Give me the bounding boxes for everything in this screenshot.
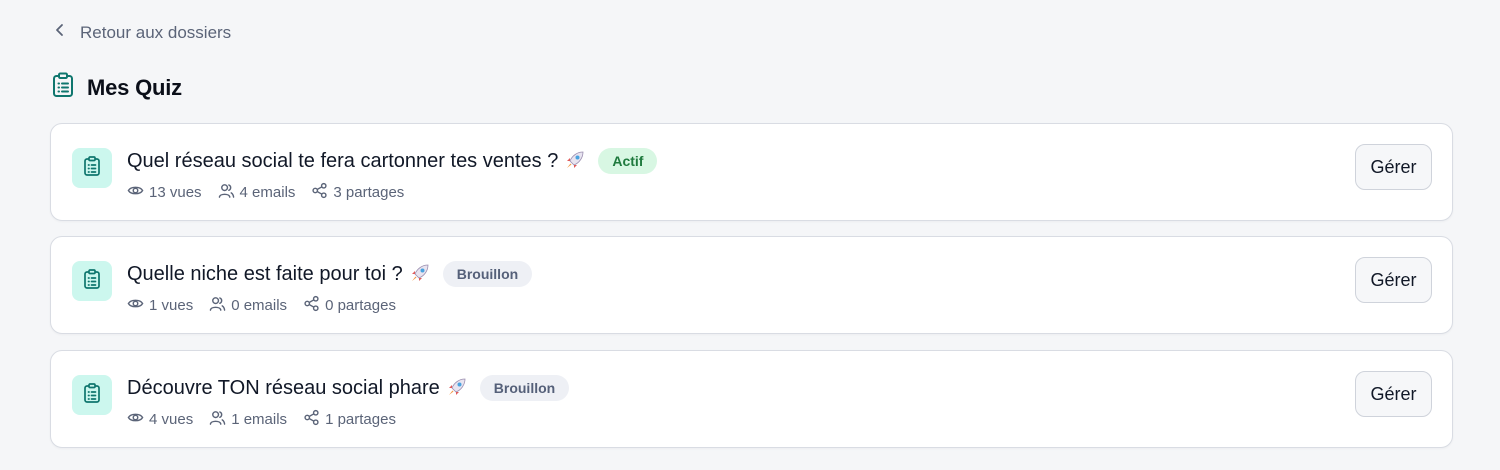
status-badge: Brouillon	[479, 375, 570, 401]
views-stat: 1 vues	[127, 295, 193, 316]
clipboard-list-icon	[83, 268, 101, 294]
views-count: 1 vues	[149, 297, 194, 314]
eye-icon	[127, 182, 144, 203]
quiz-title[interactable]: Quelle niche est faite pour toi ?	[127, 262, 431, 286]
status-badge: Brouillon	[442, 261, 533, 287]
quiz-card: Découvre TON réseau social phare Brouill…	[50, 350, 1453, 448]
emails-stat: 4 emails	[218, 182, 296, 203]
eye-icon	[127, 409, 144, 430]
page-header: Mes Quiz	[51, 72, 182, 103]
users-icon	[209, 295, 226, 316]
shares-stat: 0 partages	[303, 295, 396, 316]
users-icon	[218, 182, 235, 203]
emails-count: 1 emails	[231, 411, 288, 428]
emails-stat: 0 emails	[209, 295, 287, 316]
emails-count: 4 emails	[239, 184, 296, 201]
share-icon	[311, 182, 328, 203]
views-stat: 4 vues	[127, 409, 193, 430]
shares-count: 3 partages	[333, 184, 405, 201]
chevron-left-icon	[52, 22, 68, 43]
shares-count: 0 partages	[325, 297, 396, 314]
quiz-stats: 13 vues 4 emails 3 partages	[127, 182, 404, 203]
clipboard-list-icon	[83, 382, 101, 408]
emails-count: 0 emails	[231, 297, 288, 314]
views-count: 4 vues	[149, 411, 194, 428]
quiz-stats: 1 vues 0 emails 0 partages	[127, 295, 396, 316]
page-title: Mes Quiz	[87, 74, 182, 100]
clipboard-list-icon	[83, 155, 101, 181]
clipboard-list-icon	[51, 72, 75, 103]
views-count: 13 vues	[149, 184, 202, 201]
quiz-title[interactable]: Quel réseau social te fera cartonner tes…	[127, 149, 586, 173]
shares-count: 1 partages	[325, 411, 396, 428]
quiz-icon-container	[72, 375, 112, 415]
shares-stat: 3 partages	[311, 182, 404, 203]
back-link-label: Retour aux dossiers	[80, 22, 232, 42]
eye-icon	[127, 295, 144, 316]
quiz-icon-container	[72, 148, 112, 188]
share-icon	[303, 295, 320, 316]
views-stat: 13 vues	[127, 182, 202, 203]
quiz-stats: 4 vues 1 emails 1 partages	[127, 409, 396, 430]
manage-button[interactable]: Gérer	[1355, 371, 1432, 417]
share-icon	[303, 409, 320, 430]
shares-stat: 1 partages	[303, 409, 396, 430]
status-badge: Actif	[598, 148, 658, 174]
quiz-card: Quel réseau social te fera cartonner tes…	[50, 123, 1453, 221]
rocket-icon	[564, 149, 586, 171]
quiz-icon-container	[72, 261, 112, 301]
back-to-folders-link[interactable]: Retour aux dossiers	[52, 22, 231, 43]
quiz-card: Quelle niche est faite pour toi ? Brouil…	[50, 236, 1453, 334]
rocket-icon	[446, 376, 468, 398]
quiz-title[interactable]: Découvre TON réseau social phare	[127, 376, 468, 400]
rocket-icon	[409, 262, 431, 284]
users-icon	[209, 409, 226, 430]
manage-button[interactable]: Gérer	[1355, 257, 1432, 303]
manage-button[interactable]: Gérer	[1355, 144, 1432, 190]
emails-stat: 1 emails	[209, 409, 287, 430]
